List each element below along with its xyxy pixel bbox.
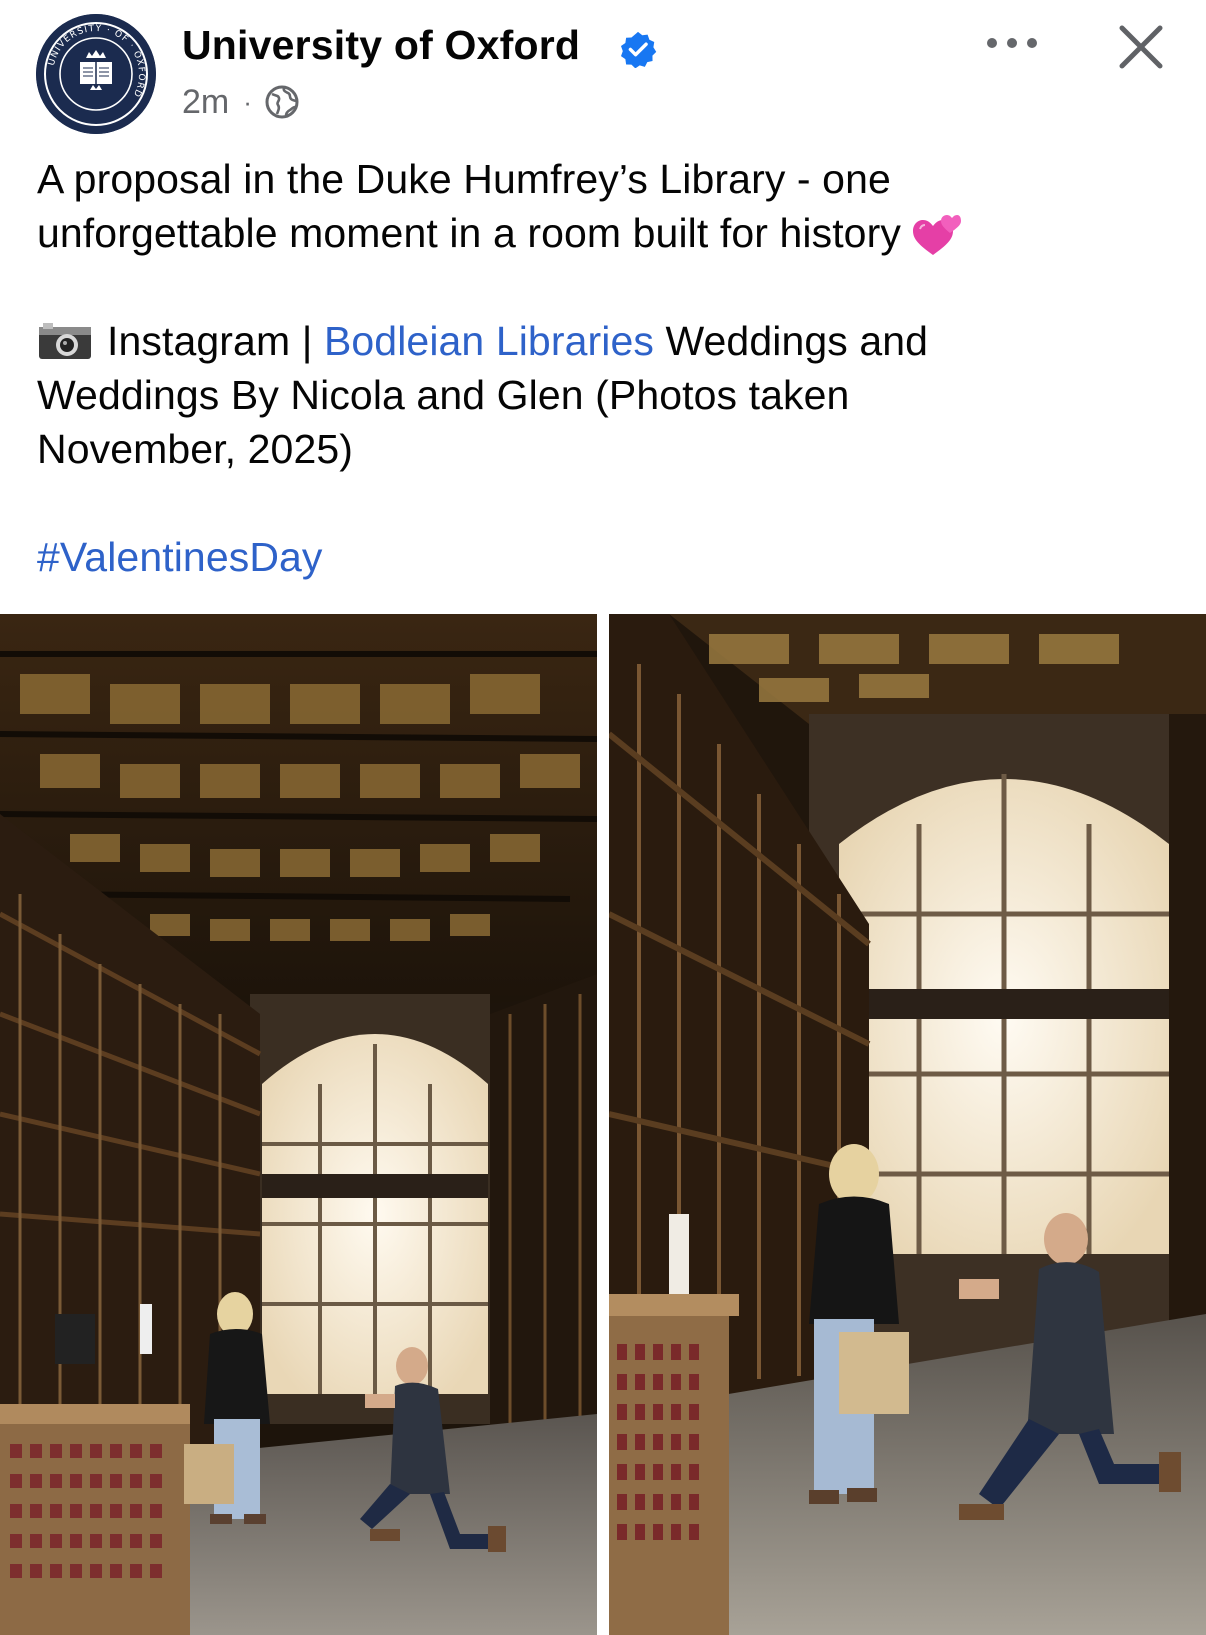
credit-prefix: Instagram | (107, 318, 313, 364)
caption-credit-line-3: November, 2025) (37, 426, 354, 472)
post-timestamp[interactable]: 2m (182, 83, 229, 122)
caption-line-2: unforgettable moment in a room built for… (37, 206, 1187, 260)
proposal-photo-wide[interactable] (0, 614, 597, 1635)
post-header: UNIVERSITY · OF · OXFORD University of O… (0, 0, 1206, 134)
more-options-icon[interactable] (982, 28, 1042, 58)
globe-icon[interactable] (264, 84, 300, 120)
caption-line-1: A proposal in the Duke Humfrey’s Library… (37, 156, 891, 202)
library-photo-right (609, 614, 1206, 1635)
caption-spacer-2 (37, 476, 1187, 530)
oxford-crest-logo: UNIVERSITY · OF · OXFORD (36, 14, 156, 134)
two-hearts-emoji (912, 215, 961, 255)
post-meta: 2m · (182, 80, 300, 124)
proposal-photo-close[interactable] (609, 614, 1206, 1635)
verified-badge-icon (620, 31, 657, 68)
post-caption: A proposal in the Duke Humfrey’s Library… (37, 152, 1187, 584)
bodleian-libraries-link[interactable]: Bodleian Libraries (324, 318, 654, 364)
caption-credit-line-2: Weddings By Nicola and Glen (Photos take… (37, 372, 850, 418)
page-name[interactable]: University of Oxford (182, 22, 580, 69)
close-icon[interactable] (1114, 20, 1168, 74)
meta-separator: · (243, 86, 252, 117)
credit-rest: Weddings and (665, 318, 929, 364)
camera-emoji (39, 323, 91, 359)
valentines-day-hashtag[interactable]: #ValentinesDay (37, 530, 1187, 584)
caption-credit-line-1: Instagram | Bodleian Libraries Weddings … (37, 314, 1187, 368)
library-photo-left (0, 614, 597, 1635)
caption-line-2-text: unforgettable moment in a room built for… (37, 210, 901, 256)
university-logo-avatar[interactable]: UNIVERSITY · OF · OXFORD (36, 14, 156, 134)
